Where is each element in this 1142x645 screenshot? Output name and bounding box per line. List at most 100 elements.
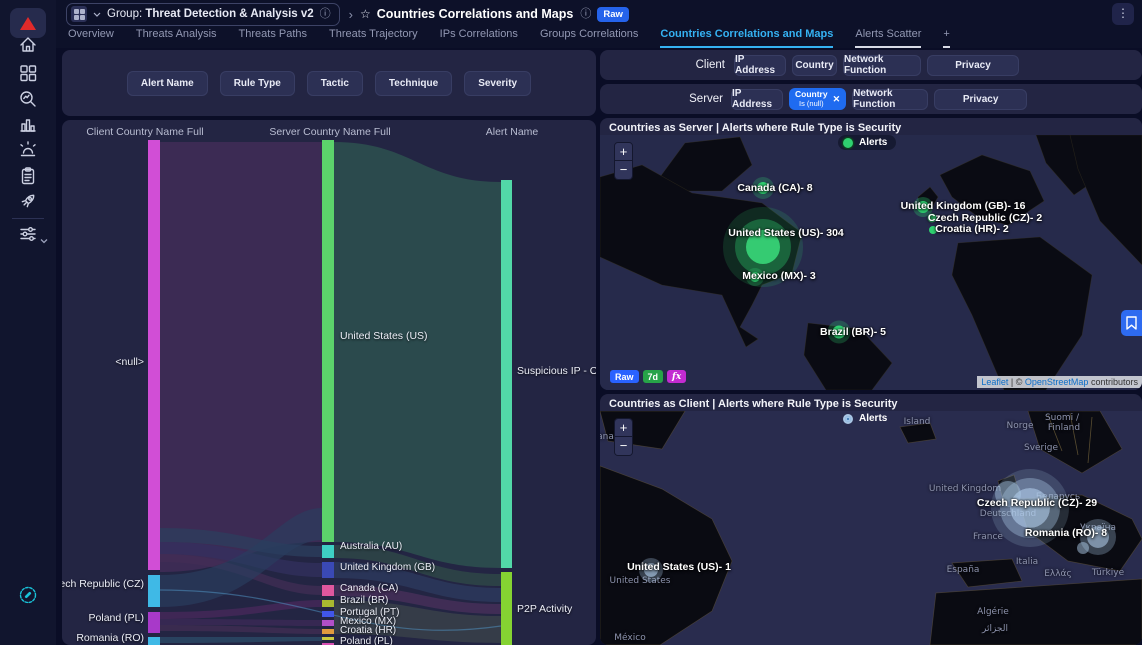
close-icon[interactable]: ✕: [833, 94, 841, 105]
node-p2p-activity[interactable]: [501, 572, 512, 645]
geo-label-finland: Finland: [1048, 423, 1080, 433]
map-badges: Raw 7d fx: [610, 370, 686, 383]
dashboard-grid-icon[interactable]: [18, 63, 38, 83]
client-network-function-button[interactable]: Network Function: [843, 55, 921, 76]
client-privacy-button[interactable]: Privacy: [927, 55, 1019, 76]
label-mexico: Mexico (MX)- 3: [742, 270, 816, 282]
server-ip-address-button[interactable]: IP Address: [731, 89, 783, 110]
bar-chart-icon[interactable]: [18, 114, 38, 134]
header: Group: Threat Detection & Analysis v2 ⓘ …: [56, 0, 1142, 48]
zoom-in-button[interactable]: +: [615, 419, 632, 437]
geo-label-ellas: Ελλάς: [1044, 569, 1072, 579]
raw-badge[interactable]: Raw: [610, 370, 639, 383]
node-null[interactable]: [148, 140, 160, 570]
tab-ips-correlations[interactable]: IPs Correlations: [440, 28, 518, 48]
zoom-in-button[interactable]: +: [615, 143, 632, 161]
sankey-label-united-kingdom: United Kingdom (GB): [340, 562, 435, 573]
alarm-icon[interactable]: [18, 139, 38, 159]
node-croatia[interactable]: [322, 629, 334, 634]
node-czech-republic[interactable]: [148, 575, 160, 607]
fx-badge[interactable]: fx: [667, 370, 686, 383]
raw-badge[interactable]: Raw: [597, 7, 629, 22]
tab-overview[interactable]: Overview: [68, 28, 114, 48]
info-icon[interactable]: ⓘ: [320, 9, 331, 20]
search-analytics-icon[interactable]: [18, 89, 38, 109]
tab-threats-analysis[interactable]: Threats Analysis: [136, 28, 217, 48]
filter-severity-button[interactable]: Severity: [464, 71, 531, 96]
sankey-column-server: Server Country Name Full: [269, 126, 390, 138]
report-clipboard-icon[interactable]: [18, 166, 38, 186]
sankey-label-poland-2: Poland (PL): [340, 636, 393, 645]
leaflet-link[interactable]: Leaflet: [981, 377, 1008, 387]
label-united-states: United States (US)- 1: [627, 561, 731, 573]
flow-ribbon: [160, 625, 322, 634]
node-romania[interactable]: [148, 637, 160, 645]
chevron-down-icon: [93, 12, 101, 17]
filter-technique-button[interactable]: Technique: [375, 71, 452, 96]
node-united-states[interactable]: [322, 140, 334, 542]
geo-label-island: Island: [904, 417, 931, 427]
info-icon[interactable]: ⓘ: [580, 9, 591, 20]
node-united-kingdom[interactable]: [322, 562, 334, 578]
filter-alert-name-button[interactable]: Alert Name: [127, 71, 208, 96]
group-name: Group: Threat Detection & Analysis v2: [107, 8, 314, 20]
client-map-title: Countries as Client | Alerts where Rule …: [609, 398, 898, 410]
client-map[interactable]: + − Alerts Island Norge Suomi / Finland …: [600, 411, 1142, 645]
filters-sliders-icon[interactable]: [18, 224, 38, 244]
sankey-column-client: Client Country Name Full: [86, 126, 203, 138]
server-privacy-button[interactable]: Privacy: [934, 89, 1027, 110]
map-attribution: Leaflet | © OpenStreetMap contributors: [977, 376, 1142, 388]
compass-icon[interactable]: [18, 585, 38, 605]
alerts-legend[interactable]: Alerts: [838, 411, 896, 426]
sankey-filter-panel: Alert Name Rule Type Tactic Technique Se…: [62, 50, 596, 116]
node-poland[interactable]: [148, 612, 160, 633]
server-country-active-chip[interactable]: Country Is (null) ✕: [789, 88, 846, 110]
geo-label-sverige: Sverige: [1024, 443, 1058, 453]
filter-tactic-button[interactable]: Tactic: [307, 71, 363, 96]
geo-label-italia: Italia: [1016, 557, 1038, 567]
app-logo[interactable]: [10, 8, 46, 38]
tab-groups-correlations[interactable]: Groups Correlations: [540, 28, 638, 48]
tab-threats-trajectory[interactable]: Threats Trajectory: [329, 28, 418, 48]
alerts-blue-dot-icon: [843, 414, 853, 424]
geo-label-suomi: Suomi /: [1045, 413, 1079, 423]
world-landmass: [600, 135, 1142, 390]
label-czech-republic: Czech Republic (CZ)- 29: [977, 497, 1097, 509]
filter-rule-type-button[interactable]: Rule Type: [220, 71, 295, 96]
node-canada[interactable]: [322, 585, 334, 596]
chevron-down-icon[interactable]: [40, 238, 48, 244]
group-selector[interactable]: Group: Threat Detection & Analysis v2 ⓘ: [66, 3, 340, 26]
home-icon[interactable]: [18, 35, 38, 55]
node-unlabeled[interactable]: [322, 637, 334, 640]
bookmark-button[interactable]: [1121, 310, 1142, 336]
tab-countries-correlations-and-maps[interactable]: Countries Correlations and Maps: [660, 28, 833, 48]
more-menu-button[interactable]: ⋮: [1112, 3, 1134, 25]
map-zoom-control: + −: [614, 142, 633, 180]
node-suspicious-ip[interactable]: [501, 180, 512, 568]
osm-link[interactable]: OpenStreetMap: [1025, 377, 1089, 387]
rocket-icon[interactable]: [18, 191, 38, 211]
timerange-badge[interactable]: 7d: [643, 370, 664, 383]
geo-label-mexico: México: [614, 633, 645, 643]
sidebar: [0, 0, 56, 645]
server-map[interactable]: + − Alerts Canada (CA)- 8 United States …: [600, 135, 1142, 390]
server-map-panel: Countries as Server | Alerts where Rule …: [600, 118, 1142, 390]
alerts-legend[interactable]: Alerts: [838, 135, 896, 150]
server-network-function-button[interactable]: Network Function: [852, 89, 928, 110]
star-icon[interactable]: ☆: [360, 7, 371, 21]
geo-label-norge: Norge: [1006, 421, 1033, 431]
alerts-green-dot-icon: [843, 138, 853, 148]
tab-threats-paths[interactable]: Threats Paths: [239, 28, 307, 48]
add-tab-button[interactable]: +: [943, 28, 949, 48]
client-country-button[interactable]: Country: [792, 55, 837, 76]
node-mexico[interactable]: [322, 620, 334, 626]
header-row: Group: Threat Detection & Analysis v2 ⓘ …: [56, 0, 1142, 28]
tab-alerts-scatter[interactable]: Alerts Scatter: [855, 28, 921, 48]
zoom-out-button[interactable]: −: [615, 161, 632, 179]
node-brazil[interactable]: [322, 600, 334, 607]
client-ip-address-button[interactable]: IP Address: [734, 55, 786, 76]
node-portugal[interactable]: [322, 611, 334, 617]
node-australia[interactable]: [322, 545, 334, 558]
tab-bar: Overview Threats Analysis Threats Paths …: [68, 28, 950, 48]
zoom-out-button[interactable]: −: [615, 437, 632, 455]
